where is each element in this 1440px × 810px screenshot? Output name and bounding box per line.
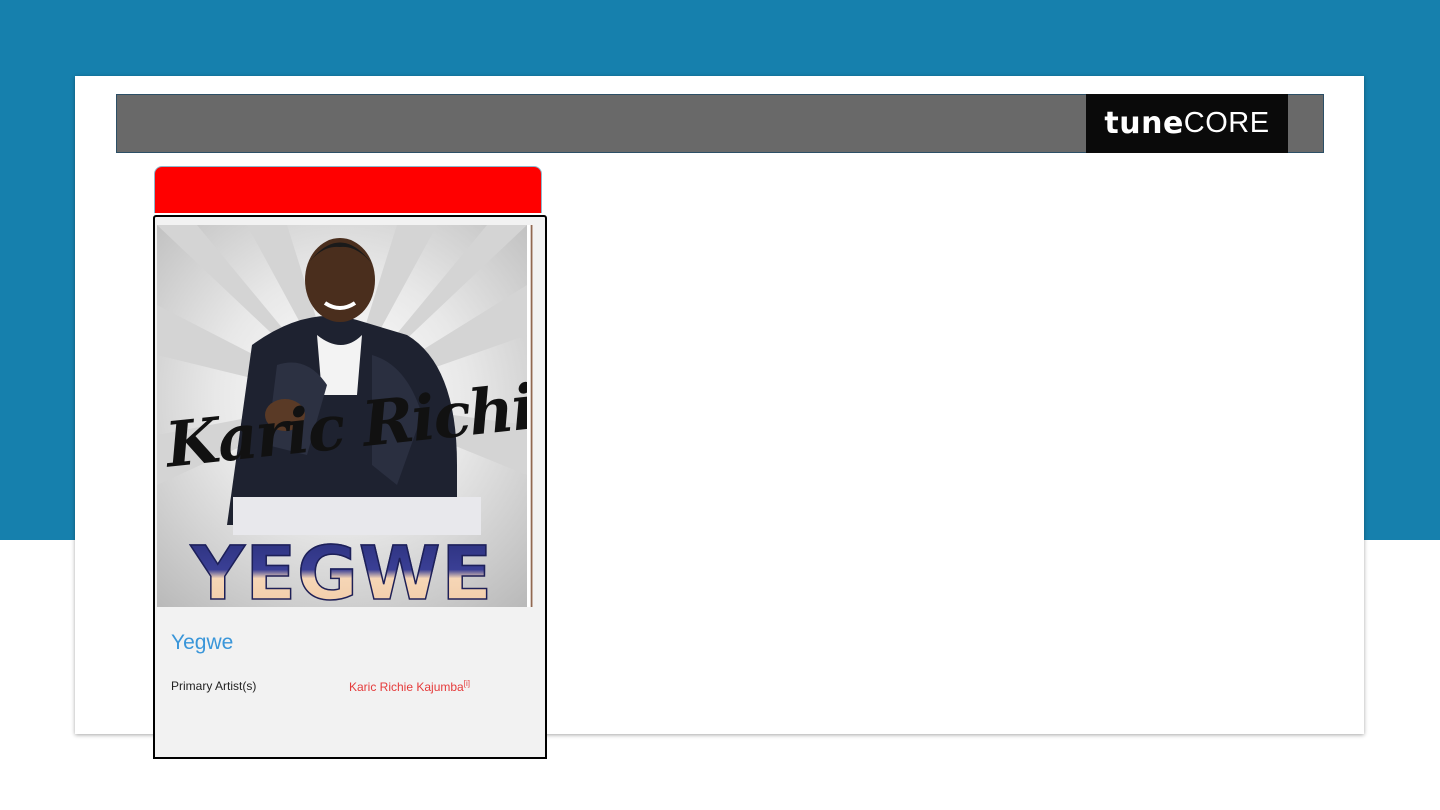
release-card-tab xyxy=(154,166,542,213)
logo-text-core: CORE xyxy=(1183,107,1270,139)
primary-artist-name: Karic Richie Kajumba xyxy=(349,680,464,694)
tunecore-logo[interactable]: tune CORE xyxy=(1086,94,1288,153)
cover-title-text: YEGWE xyxy=(157,530,527,607)
cover-blank-strip xyxy=(233,497,481,535)
primary-artist-label: Primary Artist(s) xyxy=(171,679,257,693)
primary-artist-info-marker[interactable]: [i] xyxy=(464,679,470,688)
content-panel: tune CORE Karic Richie YEGWE Yegwe Prima… xyxy=(75,76,1364,759)
release-card: Karic Richie YEGWE Yegwe Primary Artist(… xyxy=(153,215,547,759)
cover-edge-decoration xyxy=(527,225,533,607)
primary-artist-link[interactable]: Karic Richie Kajumba[i] xyxy=(349,679,470,694)
album-cover-image: Karic Richie YEGWE xyxy=(157,225,527,607)
release-title-link[interactable]: Yegwe xyxy=(171,631,233,655)
header-bar: tune CORE xyxy=(116,94,1324,153)
logo-text-tune: tune xyxy=(1104,106,1184,141)
